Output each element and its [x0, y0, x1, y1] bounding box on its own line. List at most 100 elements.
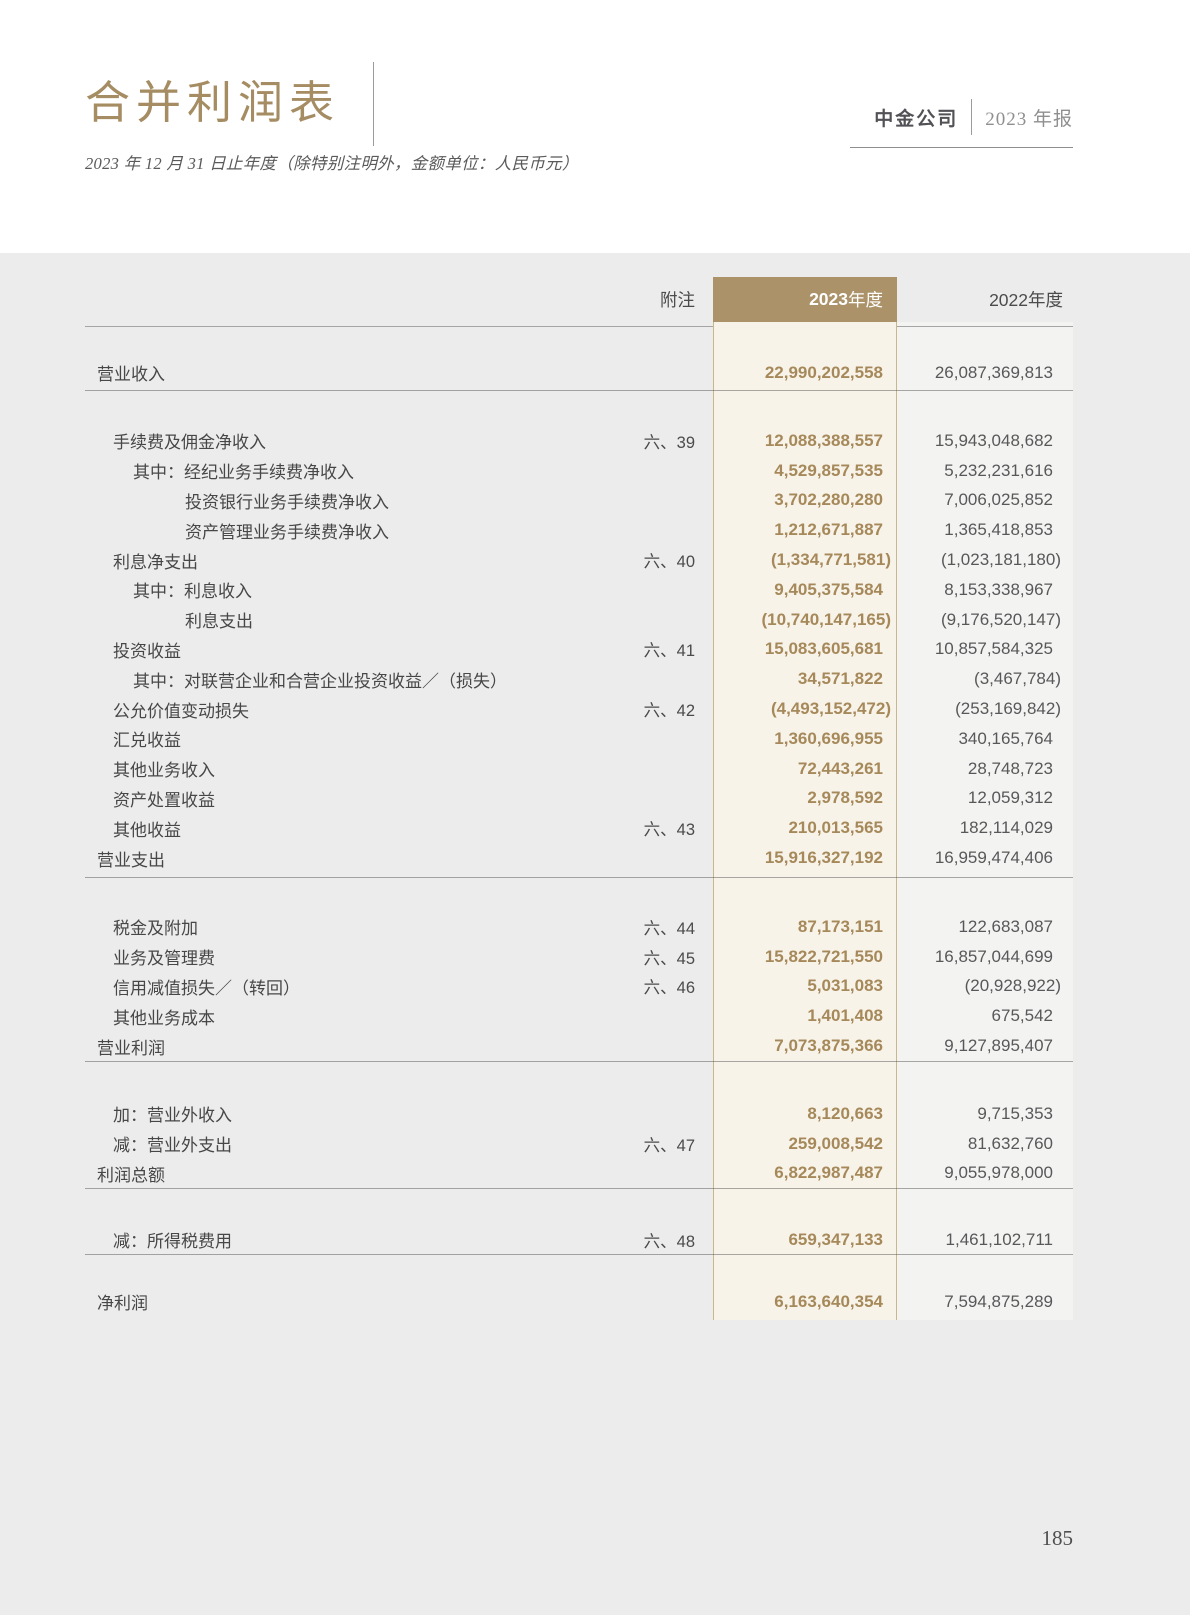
- table-row: 营业支出 15,916,327,192 16,959,474,406: [85, 843, 1073, 873]
- row-value-2023: 15,916,327,192: [713, 848, 897, 868]
- table-row: 其中：对联营企业和合营企业投资收益／（损失） 34,571,822 (3,467…: [85, 664, 1073, 694]
- row-value-2023: 34,571,822: [713, 669, 897, 689]
- row-value-2023: 1,360,696,955: [713, 729, 897, 749]
- row-label: 利息支出: [85, 607, 573, 632]
- report-page: 合并利润表 中金公司 2023 年报 2023 年 12 月 31 日止年度（除…: [0, 0, 1190, 1615]
- brand-underline: [850, 147, 1073, 148]
- header-2023-cell: 2023年度: [713, 277, 897, 322]
- row-value-2023: 659,347,133: [713, 1230, 897, 1250]
- row-value-2022: 7,594,875,289: [897, 1292, 1073, 1312]
- row-value-2023: (10,740,147,165): [721, 610, 905, 630]
- row-value-2023: 6,163,640,354: [713, 1292, 897, 1312]
- row-value-2022: 81,632,760: [897, 1134, 1073, 1154]
- row-label: 资产处置收益: [85, 786, 573, 811]
- row-note: 六、40: [573, 548, 713, 572]
- header-underline-left: [85, 326, 713, 327]
- row-value-2022: 16,959,474,406: [897, 848, 1073, 868]
- row-value-2022: (1,023,181,180): [905, 550, 1081, 570]
- row-note: 六、39: [573, 429, 713, 453]
- table-row: 减：所得税费用 六、48 659,347,133 1,461,102,711: [85, 1225, 1073, 1255]
- brand-edition: 2023 年报: [985, 104, 1073, 131]
- table-row: 公允价值变动损失 六、42 (4,493,152,472) (253,169,8…: [85, 694, 1073, 724]
- row-value-2023: 22,990,202,558: [713, 363, 897, 383]
- table-row: 其中：利息收入 9,405,375,584 8,153,338,967: [85, 575, 1073, 605]
- row-label: 利息净支出: [85, 548, 573, 573]
- row-label: 营业利润: [85, 1034, 573, 1059]
- header-2023-suffix: 年度: [848, 287, 883, 312]
- section-income-tax: 减：所得税费用 六、48 659,347,133 1,461,102,711: [85, 1189, 1073, 1255]
- row-note: 六、43: [573, 816, 713, 840]
- row-value-2022: 340,165,764: [897, 729, 1073, 749]
- row-value-2023: 210,013,565: [713, 818, 897, 838]
- row-value-2023: 1,401,408: [713, 1006, 897, 1026]
- row-value-2022: 9,127,895,407: [897, 1036, 1073, 1056]
- row-value-2022: 15,943,048,682: [897, 431, 1073, 451]
- row-value-2023: (4,493,152,472): [721, 699, 905, 719]
- row-value-2022: 9,055,978,000: [897, 1163, 1073, 1183]
- table-row: 加：营业外收入 8,120,663 9,715,353: [85, 1099, 1073, 1129]
- row-value-2022: 122,683,087: [897, 917, 1073, 937]
- table-row: 减：营业外支出 六、47 259,008,542 81,632,760: [85, 1129, 1073, 1159]
- statement-subtitle: 2023 年 12 月 31 日止年度（除特别注明外，金额单位：人民币元）: [85, 150, 579, 174]
- row-value-2022: 16,857,044,699: [897, 947, 1073, 967]
- table-row: 业务及管理费 六、45 15,822,721,550 16,857,044,69…: [85, 942, 1073, 972]
- table-row: 资产处置收益 2,978,592 12,059,312: [85, 784, 1073, 814]
- row-value-2023: 8,120,663: [713, 1104, 897, 1124]
- row-note: 六、42: [573, 697, 713, 721]
- row-value-2022: 8,153,338,967: [897, 580, 1073, 600]
- row-label: 其他业务收入: [85, 756, 573, 781]
- header-2022-cell: 2022年度: [897, 287, 1073, 312]
- row-value-2022: 7,006,025,852: [897, 490, 1073, 510]
- row-label: 税金及附加: [85, 914, 573, 939]
- row-value-2022: 182,114,029: [897, 818, 1073, 838]
- row-value-2023: 15,822,721,550: [713, 947, 897, 967]
- row-value-2023: 9,405,375,584: [713, 580, 897, 600]
- row-label: 营业收入: [85, 360, 573, 385]
- header-2023-year: 2023: [809, 289, 848, 310]
- row-value-2023: 1,212,671,887: [713, 520, 897, 540]
- header-note-cell: 附注: [573, 287, 713, 312]
- row-note: 六、47: [573, 1132, 713, 1156]
- row-label: 其中：利息收入: [85, 577, 573, 602]
- section-revenue: 营业收入 22,990,202,558 26,087,369,813: [85, 326, 1073, 391]
- row-value-2023: (1,334,771,581): [721, 550, 905, 570]
- row-value-2022: (9,176,520,147): [905, 610, 1081, 630]
- table-row: 营业利润 7,073,875,366 9,127,895,407: [85, 1031, 1073, 1061]
- title-divider: [373, 62, 374, 146]
- row-value-2023: 4,529,857,535: [713, 461, 897, 481]
- page-number: 185: [973, 1526, 1073, 1551]
- header-brand: 中金公司 2023 年报: [850, 96, 1073, 138]
- row-label: 汇兑收益: [85, 726, 573, 751]
- row-value-2022: 9,715,353: [897, 1104, 1073, 1124]
- section-net-profit: 净利润 6,163,640,354 7,594,875,289: [85, 1255, 1073, 1320]
- table-row: 信用减值损失／（转回） 六、46 5,031,083 (20,928,922): [85, 972, 1073, 1002]
- row-value-2022: 12,059,312: [897, 788, 1073, 808]
- table-row: 利息净支出 六、40 (1,334,771,581) (1,023,181,18…: [85, 545, 1073, 575]
- row-label: 其中：对联营企业和合营企业投资收益／（损失）: [85, 667, 573, 692]
- table-row: 净利润 6,163,640,354 7,594,875,289: [85, 1287, 1073, 1317]
- row-label: 资产管理业务手续费净收入: [85, 518, 573, 543]
- table-row: 资产管理业务手续费净收入 1,212,671,887 1,365,418,853: [85, 515, 1073, 545]
- table-header-row: 附注 2023年度 2022年度: [85, 277, 1073, 322]
- row-label: 净利润: [85, 1289, 573, 1314]
- table-row: 税金及附加 六、44 87,173,151 122,683,087: [85, 912, 1073, 942]
- row-label: 投资收益: [85, 637, 573, 662]
- row-note: 六、41: [573, 637, 713, 661]
- table-row: 其他业务收入 72,443,261 28,748,723: [85, 754, 1073, 784]
- brand-divider: [971, 99, 972, 135]
- section-revenue-detail: 手续费及佣金净收入 六、39 12,088,388,557 15,943,048…: [85, 391, 1073, 878]
- row-label: 手续费及佣金净收入: [85, 428, 573, 453]
- row-label: 营业支出: [85, 846, 573, 871]
- row-value-2023: 7,073,875,366: [713, 1036, 897, 1056]
- table-row: 其他业务成本 1,401,408 675,542: [85, 1001, 1073, 1031]
- table-row: 投资银行业务手续费净收入 3,702,280,280 7,006,025,852: [85, 486, 1073, 516]
- row-value-2022: 675,542: [897, 1006, 1073, 1026]
- header-underline-right: [897, 326, 1073, 327]
- row-value-2022: (253,169,842): [905, 699, 1081, 719]
- row-label: 利润总额: [85, 1161, 573, 1186]
- row-label: 其他收益: [85, 816, 573, 841]
- table-row: 汇兑收益 1,360,696,955 340,165,764: [85, 724, 1073, 754]
- row-value-2023: 2,978,592: [713, 788, 897, 808]
- row-note: 六、44: [573, 915, 713, 939]
- table-row: 其中：经纪业务手续费净收入 4,529,857,535 5,232,231,61…: [85, 456, 1073, 486]
